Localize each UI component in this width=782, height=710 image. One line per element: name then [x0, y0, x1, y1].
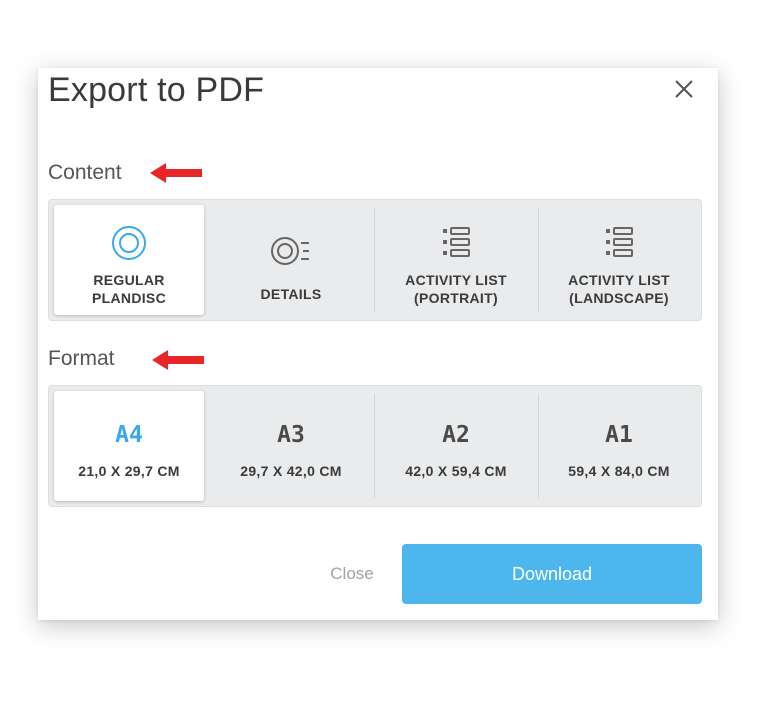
content-option-activity-list-portrait[interactable]: ACTIVITY LIST (PORTRAIT): [376, 205, 536, 315]
red-arrow-annotation-content: [150, 163, 202, 183]
format-dimensions: 42,0 X 59,4 CM: [405, 463, 507, 479]
format-size: A1: [605, 422, 633, 448]
dialog-title: Export to PDF: [48, 71, 265, 109]
format-option-a4[interactable]: A4 21,0 X 29,7 CM: [54, 391, 204, 501]
close-button[interactable]: Close: [314, 544, 390, 604]
format-dimensions: 29,7 X 42,0 CM: [240, 463, 342, 479]
export-pdf-dialog: Export to PDF Content REGULAR PLANDISC D…: [38, 68, 718, 620]
plandisc-icon: [109, 223, 149, 263]
red-arrow-annotation-format: [152, 350, 204, 370]
format-size: A3: [277, 422, 305, 448]
option-label: REGULAR PLANDISC: [92, 272, 166, 306]
format-options-panel: A4 21,0 X 29,7 CM A3 29,7 X 42,0 CM A2 4…: [48, 385, 702, 507]
format-size: A2: [442, 422, 470, 448]
option-label: ACTIVITY LIST (PORTRAIT): [405, 272, 507, 306]
option-label: ACTIVITY LIST (LANDSCAPE): [568, 272, 670, 306]
format-option-a3[interactable]: A3 29,7 X 42,0 CM: [211, 391, 371, 501]
divider: [374, 394, 375, 498]
content-option-activity-list-landscape[interactable]: ACTIVITY LIST (LANDSCAPE): [539, 205, 699, 315]
content-option-regular-plandisc[interactable]: REGULAR PLANDISC: [54, 205, 204, 315]
content-section-label: Content: [48, 161, 122, 184]
details-icon: [271, 231, 311, 271]
divider: [374, 208, 375, 312]
list-icon: [599, 223, 639, 263]
option-label: DETAILS: [260, 286, 322, 302]
download-button[interactable]: Download: [402, 544, 702, 604]
format-option-a2[interactable]: A2 42,0 X 59,4 CM: [376, 391, 536, 501]
close-icon[interactable]: [672, 77, 696, 101]
format-option-a1[interactable]: A1 59,4 X 84,0 CM: [539, 391, 699, 501]
format-dimensions: 59,4 X 84,0 CM: [568, 463, 670, 479]
format-size: A4: [115, 422, 143, 448]
content-options-panel: REGULAR PLANDISC DETAILS ACTIVITY LIST (…: [48, 199, 702, 321]
list-icon: [436, 223, 476, 263]
format-section-label: Format: [48, 347, 115, 370]
format-dimensions: 21,0 X 29,7 CM: [78, 463, 180, 479]
content-option-details[interactable]: DETAILS: [211, 205, 371, 315]
